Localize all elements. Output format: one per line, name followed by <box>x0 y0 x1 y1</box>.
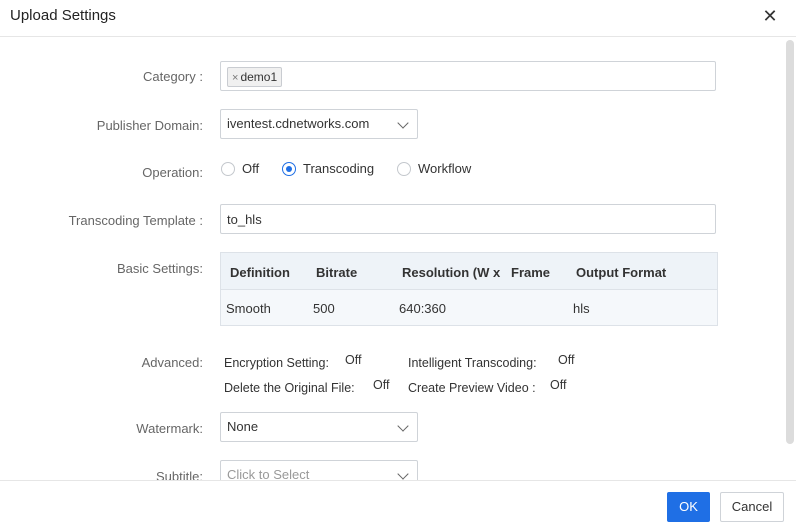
upload-settings-dialog: Upload Settings ✕ Category : × demo1 Publ… <box>0 0 796 527</box>
advanced-item-name: Create Preview Video : <box>408 381 536 395</box>
column-header: Resolution (W x <box>402 265 501 280</box>
transcoding-template-value: to_hls <box>227 212 262 227</box>
radio-circle <box>221 161 235 176</box>
subtitle-placeholder: Click to Select <box>227 467 310 480</box>
radio-circle <box>397 161 411 176</box>
category-label: Category : <box>143 69 203 84</box>
publisher-domain-select[interactable]: iventest.cdnetworks.com <box>220 109 418 139</box>
operation-option-label: Off <box>242 161 260 176</box>
close-icon[interactable]: ✕ <box>762 7 778 25</box>
watermark-label: Watermark: <box>136 421 203 436</box>
advanced-label: Advanced: <box>141 355 203 370</box>
advanced-item-name: Delete the Original File: <box>224 381 355 395</box>
table-cell: 500 <box>313 301 335 316</box>
watermark-select[interactable]: None <box>220 412 418 442</box>
create-preview-video: Create Preview Video : Off <box>408 378 566 395</box>
advanced-item-value: Off <box>345 353 362 367</box>
intelligent-transcoding: Intelligent Transcoding: Off <box>408 353 574 370</box>
column-header: Output Format <box>576 265 667 280</box>
dialog-title: Upload Settings <box>10 7 116 24</box>
chevron-down-icon <box>397 117 409 129</box>
chevron-down-icon <box>397 420 409 432</box>
watermark-value: None <box>227 419 259 434</box>
dialog-header: Upload Settings ✕ <box>0 0 796 37</box>
radio-circle-checked <box>282 161 296 176</box>
column-header: Definition <box>230 265 290 280</box>
advanced-item-value: Off <box>550 378 567 392</box>
encryption-setting: Encryption Setting: Off <box>224 353 361 370</box>
subtitle-label: Subtitle: <box>156 469 203 480</box>
operation-option-label: Transcoding <box>303 161 375 176</box>
advanced-item-value: Off <box>558 353 575 367</box>
operation-label: Operation: <box>142 165 203 180</box>
dialog-body: Category : × demo1 Publisher Domain: iven… <box>0 37 796 480</box>
category-tag: × demo1 <box>227 67 283 87</box>
column-header: Bitrate <box>316 265 358 280</box>
ok-button[interactable]: OK <box>667 492 710 522</box>
transcoding-template-label: Transcoding Template : <box>68 213 203 228</box>
chevron-down-icon <box>397 468 409 480</box>
column-header: Frame <box>511 265 551 280</box>
advanced-item-name: Encryption Setting: <box>224 356 329 370</box>
advanced-item-name: Intelligent Transcoding: <box>408 356 537 370</box>
tag-remove-icon[interactable]: × <box>232 72 238 84</box>
operation-radio-off[interactable]: Off <box>221 161 259 176</box>
category-input[interactable]: × demo1 <box>220 61 716 91</box>
delete-original-file: Delete the Original File: Off <box>224 378 389 395</box>
advanced-item-value: Off <box>373 378 390 392</box>
transcoding-template-input[interactable]: to_hls <box>220 204 716 234</box>
operation-option-label: Workflow <box>418 161 472 176</box>
publisher-domain-value: iventest.cdnetworks.com <box>227 116 370 131</box>
table-cell: hls <box>573 301 590 316</box>
subtitle-select[interactable]: Click to Select <box>220 460 418 480</box>
operation-radio-transcoding[interactable]: Transcoding <box>282 161 374 176</box>
basic-settings-table: Definition Bitrate Resolution (W x Frame… <box>220 252 718 326</box>
basic-settings-label: Basic Settings: <box>117 261 203 276</box>
cancel-button[interactable]: Cancel <box>720 492 784 522</box>
vertical-scrollbar[interactable] <box>786 40 794 444</box>
table-cell: 640:360 <box>399 301 446 316</box>
publisher-domain-label: Publisher Domain: <box>96 118 203 133</box>
category-tag-label: demo1 <box>240 70 278 84</box>
operation-radio-workflow[interactable]: Workflow <box>397 161 471 176</box>
dialog-footer: OK Cancel <box>0 480 796 527</box>
table-cell: Smooth <box>226 301 271 316</box>
